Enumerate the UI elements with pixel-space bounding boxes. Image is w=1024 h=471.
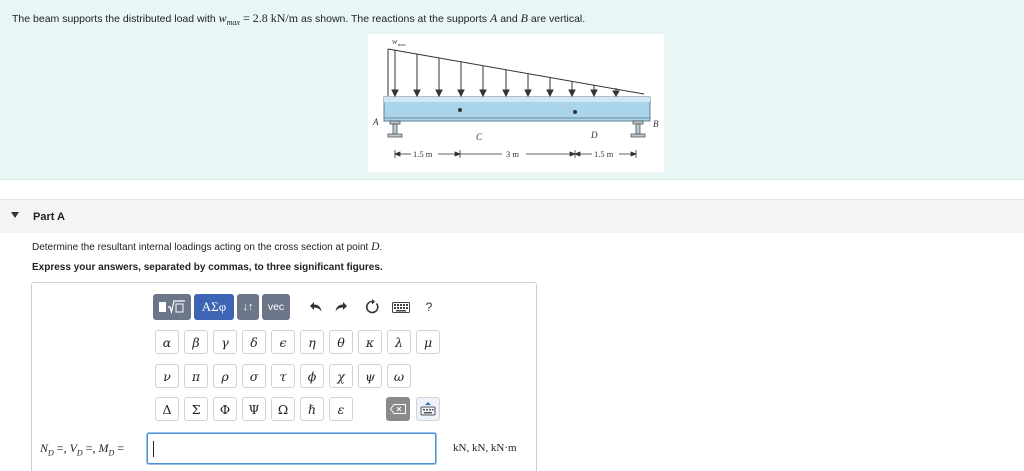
problem-text-part: The beam supports the distributed load w… — [12, 13, 219, 25]
undo-icon — [310, 302, 322, 312]
problem-text-part: and — [497, 13, 521, 25]
greek-button[interactable]: ΑΣφ — [194, 294, 234, 320]
keyboard-toggle-icon — [420, 402, 436, 416]
load-arrows — [391, 50, 620, 98]
greek-alpha-button[interactable]: α — [155, 330, 179, 354]
answer-input[interactable] — [147, 433, 436, 464]
answer-units: kN, kN, kN·m — [453, 442, 517, 454]
vector-button[interactable]: vec — [262, 294, 290, 320]
redo-button[interactable] — [331, 297, 351, 317]
label-a: A — [372, 117, 379, 127]
keyboard-button[interactable] — [390, 297, 412, 317]
support-b — [630, 120, 646, 138]
dim-label-3: 1.5 m — [594, 149, 614, 159]
answer-instructions: Express your answers, separated by comma… — [32, 262, 383, 273]
text-caret — [153, 441, 154, 457]
greek-epsilon-button[interactable]: ϵ — [271, 330, 295, 354]
problem-text-part: are vertical. — [527, 13, 586, 25]
greek-capital-omega-button[interactable]: Ω — [271, 397, 295, 421]
keyboard-icon — [392, 301, 410, 313]
greek-capital-phi-button[interactable]: Φ — [213, 397, 237, 421]
reset-icon — [366, 299, 379, 314]
label-d: D — [590, 130, 598, 140]
greek-delta-button[interactable]: δ — [242, 330, 266, 354]
collapse-caret-icon[interactable] — [11, 212, 19, 218]
w-subscript: max — [226, 18, 240, 28]
beam-figure: w max A C D B 1.5 m 3 m 1.5 m — [368, 34, 664, 172]
greek-tau-button[interactable]: τ — [271, 364, 295, 388]
support-a — [387, 120, 403, 138]
hbar-button[interactable]: ℏ — [300, 397, 324, 421]
greek-mu-button[interactable]: μ — [416, 330, 440, 354]
load-value: = 2.8 — [239, 11, 271, 25]
question-text-part: . — [379, 242, 383, 253]
beam-highlight — [384, 97, 650, 102]
backspace-icon — [390, 404, 406, 414]
point-b-label: B — [520, 11, 528, 25]
greek-nu-button[interactable]: ν — [155, 364, 179, 388]
dim-label-2: 3 m — [506, 149, 519, 159]
greek-lambda-button[interactable]: λ — [387, 330, 411, 354]
greek-chi-button[interactable]: χ — [329, 364, 353, 388]
point-d-marker — [573, 110, 577, 114]
part-title: Part A — [33, 211, 65, 223]
templates-icon — [159, 300, 185, 315]
problem-text-part: as shown. The reactions at the supports — [298, 13, 490, 25]
virtual-keyboard-button[interactable] — [416, 397, 440, 421]
answer-label: ND =, VD =, MD = — [40, 441, 125, 458]
greek-kappa-button[interactable]: κ — [358, 330, 382, 354]
templates-button[interactable] — [153, 294, 191, 320]
load-slope-line — [387, 48, 645, 95]
greek-pi-button[interactable]: π — [184, 364, 208, 388]
greek-beta-button[interactable]: β — [184, 330, 208, 354]
greek-phi-button[interactable]: ϕ — [300, 364, 324, 388]
point-c-marker — [458, 108, 462, 112]
label-b: B — [653, 119, 659, 129]
problem-text: The beam supports the distributed load w… — [12, 11, 585, 27]
greek-omega-button[interactable]: ω — [387, 364, 411, 388]
label-c: C — [476, 132, 483, 142]
question-text: Determine the resultant internal loading… — [32, 241, 382, 253]
greek-gamma-button[interactable]: γ — [213, 330, 237, 354]
greek-capital-delta-button[interactable]: Δ — [155, 397, 179, 421]
reset-button[interactable] — [362, 297, 382, 317]
greek-sigma-button[interactable]: σ — [242, 364, 266, 388]
greek-rho-button[interactable]: ρ — [213, 364, 237, 388]
arrows-button[interactable]: ↓↑ — [237, 294, 259, 320]
help-button[interactable]: ? — [419, 297, 439, 317]
problem-statement: The beam supports the distributed load w… — [0, 0, 1024, 180]
undo-button[interactable] — [306, 297, 326, 317]
greek-eta-button[interactable]: η — [300, 330, 324, 354]
question-text-part: Determine the resultant internal loading… — [32, 242, 372, 253]
load-label-sub: max — [398, 42, 406, 47]
dim-label-1: 1.5 m — [413, 149, 433, 159]
greek-varepsilon-button[interactable]: ε — [329, 397, 353, 421]
load-units: kN/m — [270, 11, 299, 25]
backspace-button[interactable] — [386, 397, 410, 421]
greek-capital-psi-button[interactable]: Ψ — [242, 397, 266, 421]
part-a-header[interactable]: Part A — [0, 199, 1024, 233]
math-toolbar: ΑΣφ ↓↑ vec — [153, 294, 293, 320]
beam-diagram: w max A C D B 1.5 m 3 m 1.5 m — [372, 37, 659, 159]
w-symbol: w — [218, 11, 227, 25]
redo-icon — [335, 302, 347, 312]
greek-capital-sigma-button[interactable]: Σ — [184, 397, 208, 421]
greek-theta-button[interactable]: θ — [329, 330, 353, 354]
greek-psi-button[interactable]: ψ — [358, 364, 382, 388]
